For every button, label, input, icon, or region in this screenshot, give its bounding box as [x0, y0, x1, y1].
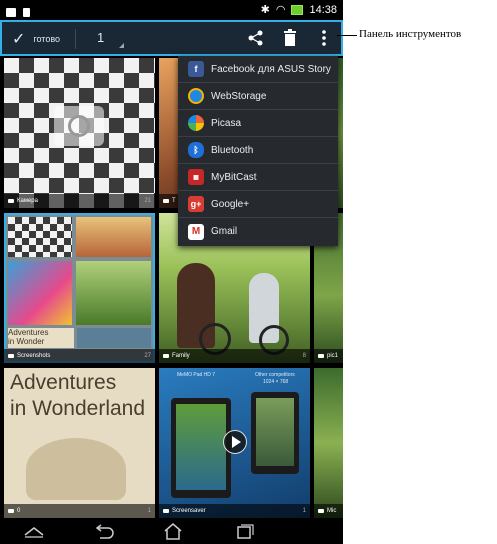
bluetooth-icon: ᛒ	[188, 142, 204, 158]
album-tile-camera[interactable]: Камера 21	[4, 58, 155, 208]
album-caption: Family 8	[159, 349, 310, 363]
folder-icon	[163, 354, 169, 358]
share-item-gmail[interactable]: M Gmail	[178, 218, 338, 245]
share-item-picasa[interactable]: Picasa	[178, 110, 338, 137]
folder-icon	[318, 509, 324, 513]
overflow-menu-icon[interactable]	[314, 28, 334, 48]
folder-icon	[8, 354, 14, 358]
share-item-googleplus[interactable]: g+ Google+	[178, 191, 338, 218]
folder-icon	[8, 199, 14, 203]
checkmark-icon: ✓	[12, 31, 26, 48]
signal-icon: ✱	[260, 4, 270, 16]
collapse-icon[interactable]	[22, 522, 46, 540]
share-icon[interactable]	[246, 28, 266, 48]
album-caption: Mic	[314, 504, 343, 518]
dropdown-caret-icon	[119, 43, 124, 48]
selection-count-dropdown[interactable]: 1	[97, 30, 104, 45]
camera-icon	[54, 106, 104, 146]
album-tile-0[interactable]: Adventures in Wonderland 0 1	[4, 368, 155, 518]
recent-apps-icon[interactable]	[233, 522, 257, 540]
folder-icon	[8, 509, 14, 513]
picasa-icon	[188, 115, 204, 131]
album-caption: Screenshots 27	[4, 349, 155, 363]
webstorage-icon	[188, 88, 204, 104]
share-menu: f Facebook для ASUS Story WebStorage Pic…	[178, 56, 338, 246]
wifi-icon: ◠	[275, 4, 286, 16]
home-icon[interactable]	[161, 522, 185, 540]
folder-icon	[163, 199, 169, 203]
battery-icon	[291, 4, 304, 15]
callout-line	[337, 35, 357, 36]
album-caption: pic1	[314, 349, 343, 363]
album-caption: Камера 21	[4, 194, 155, 208]
folder-icon	[163, 509, 169, 513]
status-bar: ✱ ◠ 14:38	[0, 0, 343, 20]
facebook-icon: f	[188, 61, 204, 77]
delete-icon[interactable]	[280, 28, 300, 48]
book-thumbnail: Adventures in Wonder	[8, 328, 74, 348]
navigation-bar	[0, 518, 343, 544]
googleplus-icon: g+	[188, 196, 204, 212]
gmail-icon: M	[188, 223, 204, 240]
book-cover-title: Adventures in Wonderland	[10, 371, 146, 420]
gallery-notification-icon	[6, 8, 16, 17]
folder-icon	[318, 354, 324, 358]
share-item-mybitcast[interactable]: ▦ MyBitCast	[178, 164, 338, 191]
back-icon[interactable]	[92, 522, 116, 540]
done-label: готово	[33, 34, 61, 44]
album-tile-screenshots[interactable]: Adventures in Wonder Screenshots 27	[4, 213, 155, 363]
divider	[75, 29, 76, 49]
album-caption: 0 1	[4, 504, 155, 518]
album-tile-mic[interactable]: Mic	[314, 368, 343, 518]
mybitcast-icon: ▦	[188, 169, 204, 185]
status-indicators: ✱ ◠ 14:38	[260, 3, 337, 17]
share-item-webstorage[interactable]: WebStorage	[178, 83, 338, 110]
cat-illustration	[26, 438, 126, 500]
callout-label: Панель инструментов	[359, 28, 462, 40]
sd-card-icon	[23, 8, 31, 17]
share-item-bluetooth[interactable]: ᛒ Bluetooth	[178, 137, 338, 164]
tablet-image	[171, 398, 231, 498]
action-bar: ✓ готово 1	[0, 20, 343, 56]
album-caption: Screensaver 1	[159, 504, 310, 518]
share-item-facebook[interactable]: f Facebook для ASUS Story	[178, 56, 338, 83]
tablet-screen: ✱ ◠ 14:38 ✓ готово 1 Камера 21 T Adventu…	[0, 0, 343, 544]
album-tile-screensaver[interactable]: MeMO Pad HD 7 Other competitors 1024 × 7…	[159, 368, 310, 518]
clock: 14:38	[309, 3, 337, 16]
done-button[interactable]: ✓ готово	[12, 29, 60, 49]
play-icon[interactable]	[223, 430, 247, 454]
